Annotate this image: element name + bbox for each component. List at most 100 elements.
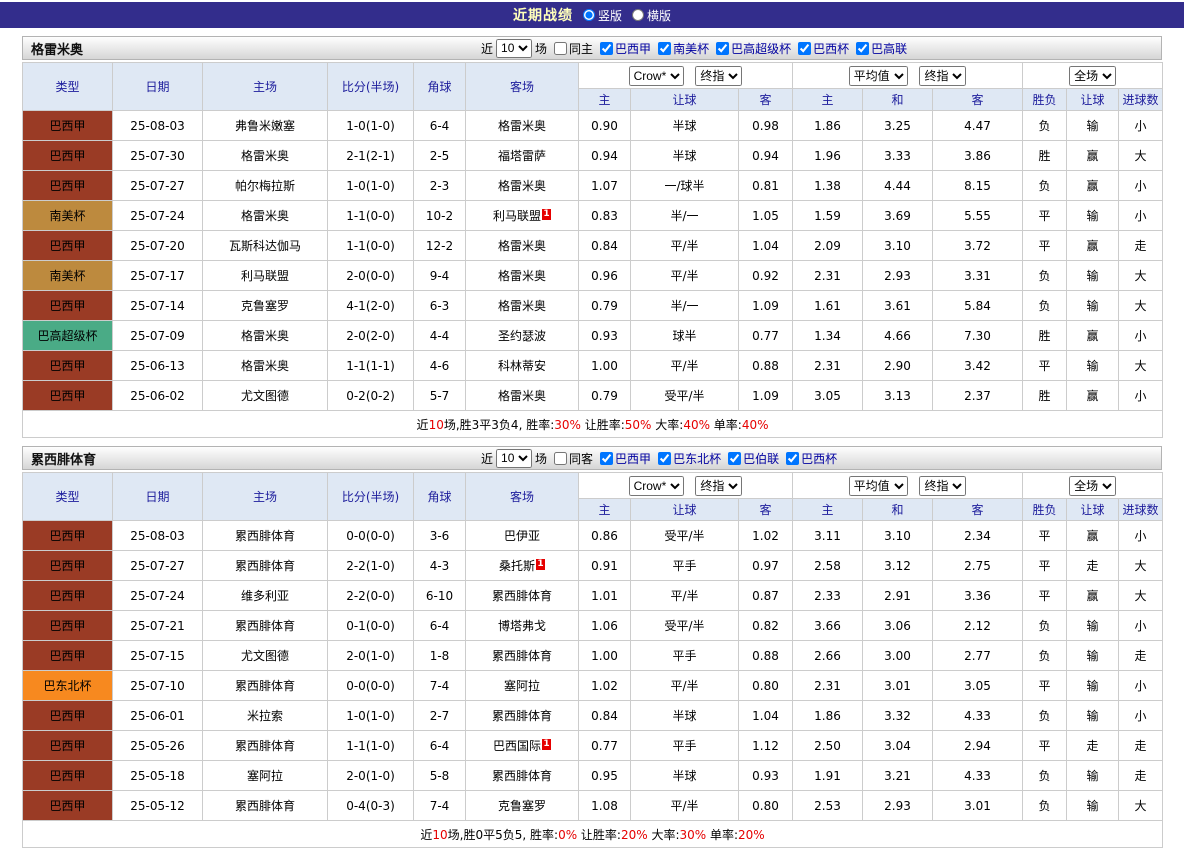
avg-draw: 3.33 bbox=[863, 141, 933, 171]
result-goals: 小 bbox=[1119, 111, 1163, 141]
league-checkbox[interactable] bbox=[798, 42, 811, 55]
match-date: 25-07-30 bbox=[113, 141, 203, 171]
avg-source-select[interactable]: 平均值 bbox=[849, 66, 908, 86]
league-checkbox[interactable] bbox=[600, 452, 613, 465]
score: 1-0(1-0) bbox=[328, 701, 414, 731]
league-filter[interactable]: 南美杯 bbox=[658, 40, 709, 57]
score: 0-0(0-0) bbox=[328, 521, 414, 551]
league-filter[interactable]: 巴西杯 bbox=[786, 450, 837, 467]
layout-horizontal-radio[interactable]: 横版 bbox=[632, 7, 671, 24]
odds-home: 0.91 bbox=[579, 551, 631, 581]
content: 格雷米奥 近 10 场 同主 巴西甲 南美杯 巴高超级杯 bbox=[22, 36, 1162, 848]
league-checkbox[interactable] bbox=[658, 452, 671, 465]
league-filter[interactable]: 巴西杯 bbox=[798, 40, 849, 57]
away-team: 累西腓体育 bbox=[466, 581, 579, 611]
same-venue-checkbox[interactable] bbox=[554, 452, 567, 465]
league-filter[interactable]: 巴高超级杯 bbox=[716, 40, 791, 57]
recent-count-select[interactable]: 10 bbox=[496, 39, 532, 58]
league-filter[interactable]: 巴伯联 bbox=[728, 450, 779, 467]
avg-home: 1.59 bbox=[793, 201, 863, 231]
avg-draw: 3.00 bbox=[863, 641, 933, 671]
same-venue-label: 同客 bbox=[569, 450, 593, 467]
odds-time-select[interactable]: 终指 bbox=[695, 66, 742, 86]
match-row: 南美杯 25-07-17 利马联盟 2-0(0-0) 9-4 格雷米奥 0.96… bbox=[23, 261, 1163, 291]
league-cell: 巴西甲 bbox=[23, 641, 113, 671]
league-cell: 巴西甲 bbox=[23, 581, 113, 611]
odds-home: 0.84 bbox=[579, 231, 631, 261]
result-goals: 大 bbox=[1119, 581, 1163, 611]
result-goals: 走 bbox=[1119, 231, 1163, 261]
league-cell: 巴西甲 bbox=[23, 141, 113, 171]
match-date: 25-06-13 bbox=[113, 351, 203, 381]
league-filter[interactable]: 巴西甲 bbox=[600, 450, 651, 467]
home-team: 帕尔梅拉斯 bbox=[203, 171, 328, 201]
odds-source-select[interactable]: Crow* bbox=[629, 66, 684, 86]
league-label: 巴西甲 bbox=[615, 40, 651, 57]
col-avg-draw: 和 bbox=[863, 89, 933, 111]
league-filter[interactable]: 巴高联 bbox=[856, 40, 907, 57]
score: 1-0(1-0) bbox=[328, 171, 414, 201]
result-wdl: 胜 bbox=[1023, 381, 1067, 411]
result-handicap: 走 bbox=[1067, 731, 1119, 761]
result-wdl: 平 bbox=[1023, 551, 1067, 581]
league-filter[interactable]: 巴东北杯 bbox=[658, 450, 721, 467]
odds-handicap: 受平/半 bbox=[631, 611, 739, 641]
avg-time-select[interactable]: 终指 bbox=[919, 66, 966, 86]
same-venue-checkbox[interactable] bbox=[554, 42, 567, 55]
score: 2-2(1-0) bbox=[328, 551, 414, 581]
result-handicap: 输 bbox=[1067, 761, 1119, 791]
match-date: 25-08-03 bbox=[113, 111, 203, 141]
away-team: 格雷米奥 bbox=[466, 111, 579, 141]
match-row: 巴西甲 25-07-24 维多利亚 2-2(0-0) 6-10 累西腓体育 1.… bbox=[23, 581, 1163, 611]
league-checkbox[interactable] bbox=[600, 42, 613, 55]
col-score: 比分(半场) bbox=[328, 63, 414, 111]
odds-handicap: 半/一 bbox=[631, 201, 739, 231]
league-cell: 南美杯 bbox=[23, 261, 113, 291]
odds-source-select[interactable]: Crow* bbox=[629, 476, 684, 496]
avg-source-select[interactable]: 平均值 bbox=[849, 476, 908, 496]
col-corner: 角球 bbox=[414, 473, 466, 521]
home-team: 格雷米奥 bbox=[203, 201, 328, 231]
away-team: 圣约瑟波 bbox=[466, 321, 579, 351]
col-home: 主场 bbox=[203, 63, 328, 111]
layout-vertical-radio-input[interactable] bbox=[583, 9, 595, 21]
match-date: 25-07-15 bbox=[113, 641, 203, 671]
layout-horizontal-radio-input[interactable] bbox=[632, 9, 644, 21]
league-filter[interactable]: 巴西甲 bbox=[600, 40, 651, 57]
league-checkbox[interactable] bbox=[786, 452, 799, 465]
avg-draw: 3.10 bbox=[863, 231, 933, 261]
col-type: 类型 bbox=[23, 473, 113, 521]
scope-select[interactable]: 全场 bbox=[1069, 66, 1116, 86]
recent-count-select[interactable]: 10 bbox=[496, 449, 532, 468]
odds-select-cell: Crow* 终指 bbox=[579, 473, 793, 499]
avg-away: 5.84 bbox=[933, 291, 1023, 321]
league-checkbox[interactable] bbox=[658, 42, 671, 55]
avg-time-select[interactable]: 终指 bbox=[919, 476, 966, 496]
avg-home: 3.11 bbox=[793, 521, 863, 551]
match-row: 巴西甲 25-07-27 累西腓体育 2-2(1-0) 4-3 桑托斯1 0.9… bbox=[23, 551, 1163, 581]
match-date: 25-08-03 bbox=[113, 521, 203, 551]
result-goals: 小 bbox=[1119, 701, 1163, 731]
match-row: 巴西甲 25-07-14 克鲁塞罗 4-1(2-0) 6-3 格雷米奥 0.79… bbox=[23, 291, 1163, 321]
odds-time-select[interactable]: 终指 bbox=[695, 476, 742, 496]
same-venue-filter[interactable]: 同主 bbox=[554, 40, 593, 57]
result-wdl: 负 bbox=[1023, 261, 1067, 291]
layout-vertical-radio[interactable]: 竖版 bbox=[583, 7, 622, 24]
home-team: 利马联盟 bbox=[203, 261, 328, 291]
away-team: 累西腓体育 bbox=[466, 701, 579, 731]
avg-draw: 3.61 bbox=[863, 291, 933, 321]
odds-home: 0.84 bbox=[579, 701, 631, 731]
same-venue-filter[interactable]: 同客 bbox=[554, 450, 593, 467]
league-checkbox[interactable] bbox=[716, 42, 729, 55]
result-goals: 小 bbox=[1119, 381, 1163, 411]
odds-away: 0.87 bbox=[739, 581, 793, 611]
league-checkbox[interactable] bbox=[728, 452, 741, 465]
col-avg-home: 主 bbox=[793, 89, 863, 111]
odds-away: 0.80 bbox=[739, 671, 793, 701]
league-checkbox[interactable] bbox=[856, 42, 869, 55]
scope-select[interactable]: 全场 bbox=[1069, 476, 1116, 496]
summary-row: 近10场,胜0平5负5, 胜率:0% 让胜率:20% 大率:30% 单率:20% bbox=[23, 821, 1163, 848]
match-row: 南美杯 25-07-24 格雷米奥 1-1(0-0) 10-2 利马联盟1 0.… bbox=[23, 201, 1163, 231]
result-handicap: 赢 bbox=[1067, 231, 1119, 261]
avg-draw: 3.01 bbox=[863, 671, 933, 701]
